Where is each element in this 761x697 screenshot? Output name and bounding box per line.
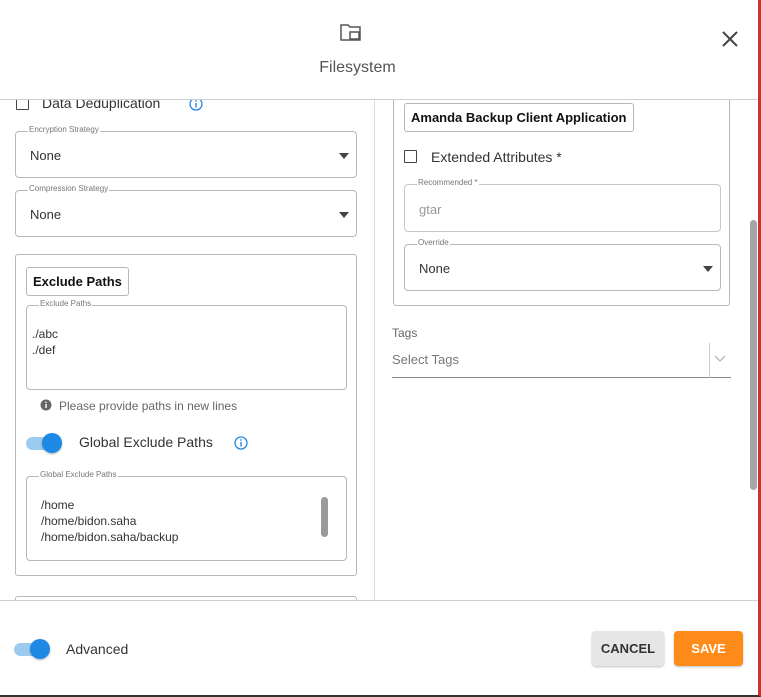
extended-attributes-checkbox[interactable]	[404, 150, 417, 163]
chevron-down-icon	[339, 212, 349, 218]
application-group: Amanda Backup Client Application Extende…	[393, 100, 730, 306]
global-exclude-toggle[interactable]	[26, 433, 62, 453]
global-exclude-label: Global Exclude Paths	[79, 434, 213, 450]
toggle-knob	[42, 433, 62, 453]
compression-strategy-legend: Compression Strategy	[28, 184, 110, 193]
exclude-paths-group: Exclude Paths Exclude Paths ./abc ./def …	[15, 254, 357, 576]
advanced-toggle[interactable]	[14, 639, 50, 659]
encryption-strategy-value: None	[30, 148, 62, 163]
dialog-footer: Advanced CANCEL SAVE	[0, 600, 758, 695]
tags-label: Tags	[392, 326, 418, 340]
save-button[interactable]: SAVE	[674, 631, 743, 666]
left-column: Data Deduplication Encryption Strategy N…	[0, 100, 375, 600]
exclude-paths-button[interactable]: Exclude Paths	[26, 267, 129, 296]
info-icon[interactable]	[189, 100, 203, 111]
right-column: Amanda Backup Client Application Extende…	[376, 100, 748, 600]
exclude-paths-legend: Exclude Paths	[39, 299, 93, 308]
override-value: None	[419, 261, 451, 276]
chevron-down-icon	[703, 266, 713, 272]
tags-placeholder: Select Tags	[392, 352, 459, 367]
dedup-checkbox[interactable]	[16, 100, 29, 110]
tags-select[interactable]: Select Tags	[392, 340, 731, 378]
dialog-body: Data Deduplication Encryption Strategy N…	[0, 100, 758, 600]
tags-divider	[709, 343, 710, 378]
cancel-button[interactable]: CANCEL	[592, 631, 664, 666]
dialog-title: Filesystem	[319, 59, 396, 76]
exclude-paths-value: ./abc ./def	[32, 327, 59, 357]
dedup-label: Data Deduplication	[42, 100, 161, 111]
application-button[interactable]: Amanda Backup Client Application	[404, 103, 634, 132]
folder-icon	[340, 24, 361, 41]
info-icon[interactable]	[234, 436, 248, 450]
close-icon[interactable]	[719, 28, 741, 50]
encryption-strategy-legend: Encryption Strategy	[28, 125, 100, 134]
exclude-paths-textarea[interactable]: Exclude Paths ./abc ./def	[26, 299, 347, 390]
dialog-scrollbar[interactable]	[750, 220, 757, 490]
chevron-down-icon[interactable]	[714, 355, 726, 363]
global-exclude-paths-legend: Global Exclude Paths	[39, 470, 118, 479]
textarea-scrollbar[interactable]	[321, 497, 328, 537]
toggle-knob	[30, 639, 50, 659]
recommended-value: gtar	[419, 202, 442, 217]
global-exclude-paths-value: /home /home/bidon.saha /home/bidon.saha/…	[41, 498, 179, 544]
exclude-paths-hint: Please provide paths in new lines	[59, 399, 238, 413]
global-exclude-paths-textarea[interactable]: Global Exclude Paths /home /home/bidon.s…	[26, 470, 347, 561]
encryption-strategy-select[interactable]: Encryption Strategy None	[15, 125, 357, 178]
recommended-field: Recommended * gtar	[404, 178, 721, 232]
compression-strategy-value: None	[30, 207, 62, 222]
advanced-label: Advanced	[66, 641, 129, 657]
dialog-header: Filesystem	[0, 0, 758, 100]
override-select[interactable]: Override None	[404, 238, 721, 291]
recommended-legend: Recommended *	[417, 178, 479, 187]
compression-strategy-select[interactable]: Compression Strategy None	[15, 184, 357, 237]
override-legend: Override	[417, 238, 450, 247]
chevron-down-icon	[339, 153, 349, 159]
extended-attributes-label: Extended Attributes *	[431, 149, 562, 165]
info-filled-icon	[40, 399, 52, 411]
filesystem-dialog: Filesystem Data Deduplication Encryption…	[0, 0, 761, 697]
